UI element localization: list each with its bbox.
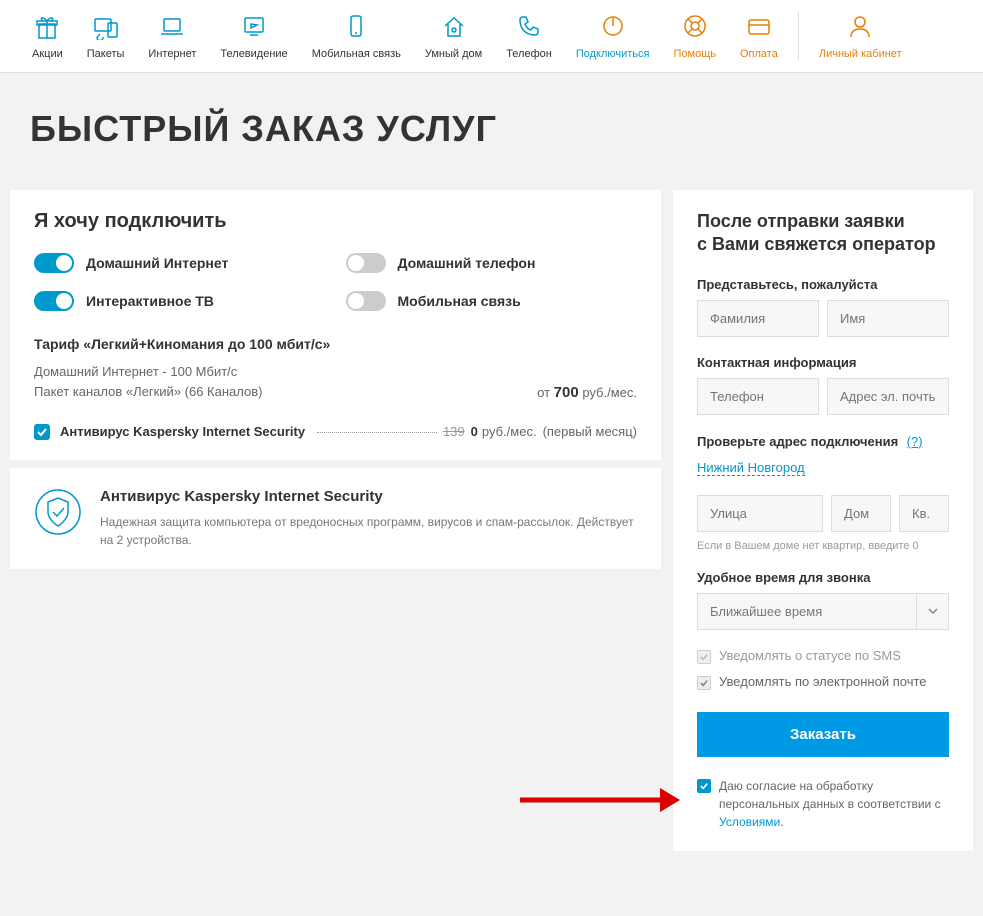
info-text: Надежная защита компьютера от вредоносны… — [100, 513, 637, 549]
nav-item-lifebuoy[interactable]: Помощь — [662, 12, 729, 60]
tv-icon — [240, 12, 268, 40]
terms-link[interactable]: Условиями — [719, 815, 780, 829]
nav-item-user[interactable]: Личный кабинет — [798, 12, 914, 60]
street-input[interactable] — [697, 495, 823, 532]
nav-label: Умный дом — [425, 48, 482, 60]
toggle-label: Интерактивное ТВ — [86, 293, 214, 309]
consent-row: Даю согласие на обработку персональных д… — [697, 777, 949, 831]
address-label: Проверьте адрес подключения — [697, 434, 898, 449]
consent-checkbox[interactable] — [697, 779, 711, 793]
addon-row: Антивирус Kaspersky Internet Security 13… — [34, 424, 637, 440]
user-icon — [846, 12, 874, 40]
nav-item-laptop[interactable]: Интернет — [136, 12, 208, 60]
tariff-line-2: Пакет каналов «Легкий» (66 Каналов) — [34, 384, 262, 399]
sms-checkbox[interactable] — [697, 650, 711, 664]
nav-label: Помощь — [674, 48, 717, 60]
nav-label: Телефон — [506, 48, 552, 60]
chevron-down-icon[interactable] — [917, 593, 949, 630]
email-notify-row[interactable]: Уведомлять по электронной почте — [697, 674, 949, 690]
order-form-panel: После отправки заявкис Вами свяжется опе… — [673, 190, 973, 851]
time-select[interactable]: Ближайшее время — [697, 593, 917, 630]
toggle-label: Домашний телефон — [398, 255, 536, 271]
firstname-input[interactable] — [827, 300, 949, 337]
addon-old-price: 139 — [443, 424, 465, 439]
toggle-label: Домашний Интернет — [86, 255, 228, 271]
tariff-line-1: Домашний Интернет - 100 Мбит/с — [34, 364, 637, 379]
nav-label: Интернет — [148, 48, 196, 60]
tariff-name: Тариф «Легкий+Киномания до 100 мбит/с» — [34, 336, 637, 352]
info-panel: Антивирус Kaspersky Internet Security На… — [10, 468, 661, 569]
addon-price: 0 — [471, 424, 478, 439]
toggle-switch[interactable] — [346, 253, 386, 273]
nav-label: Оплата — [740, 48, 778, 60]
toggle-row: Интерактивное ТВ — [34, 291, 326, 311]
phone-icon — [515, 12, 543, 40]
nav-item-phone[interactable]: Телефон — [494, 12, 564, 60]
phone-input[interactable] — [697, 378, 819, 415]
addon-checkbox[interactable] — [34, 424, 50, 440]
toggle-switch[interactable] — [34, 291, 74, 311]
toggle-row: Домашний телефон — [346, 253, 638, 273]
house-input[interactable] — [831, 495, 891, 532]
nav-item-card[interactable]: Оплата — [728, 12, 790, 60]
info-title: Антивирус Kaspersky Internet Security — [100, 488, 637, 505]
laptop-icon — [158, 12, 186, 40]
apartment-input[interactable] — [899, 495, 949, 532]
nav-label: Подключиться — [576, 48, 650, 60]
shield-icon — [34, 488, 82, 536]
email-input[interactable] — [827, 378, 949, 415]
nav-label: Личный кабинет — [819, 48, 902, 60]
gift-icon — [33, 12, 61, 40]
nav-item-power[interactable]: Подключиться — [564, 12, 662, 60]
nav-label: Пакеты — [87, 48, 125, 60]
toggle-row: Мобильная связь — [346, 291, 638, 311]
nav-item-mobile[interactable]: Мобильная связь — [300, 12, 413, 60]
nav-item-devices[interactable]: Пакеты — [75, 12, 137, 60]
lastname-input[interactable] — [697, 300, 819, 337]
sms-notify-row[interactable]: Уведомлять о статусе по SMS — [697, 648, 949, 664]
contact-label: Контактная информация — [697, 355, 949, 370]
dots-separator — [317, 432, 437, 433]
nav-item-gift[interactable]: Акции — [20, 12, 75, 60]
nav-label: Акции — [32, 48, 63, 60]
nav-label: Мобильная связь — [312, 48, 401, 60]
top-nav: Акции Пакеты Интернет Телевидение Мобильная … — [0, 0, 983, 73]
toggle-switch[interactable] — [346, 291, 386, 311]
page-title: БЫСТРЫЙ ЗАКАЗ УСЛУГ — [0, 73, 983, 190]
devices-icon — [92, 12, 120, 40]
toggle-row: Домашний Интернет — [34, 253, 326, 273]
time-label: Удобное время для звонка — [697, 570, 949, 585]
addon-name: Антивирус Kaspersky Internet Security — [60, 424, 305, 439]
connect-panel: Я хочу подключить Домашний Интернет Домаш… — [10, 190, 661, 460]
city-link[interactable]: Нижний Новгород — [697, 460, 805, 476]
toggle-switch[interactable] — [34, 253, 74, 273]
address-help-link[interactable]: (?) — [907, 434, 923, 449]
connect-title: Я хочу подключить — [34, 210, 637, 233]
order-button[interactable]: Заказать — [697, 712, 949, 757]
toggle-label: Мобильная связь — [398, 293, 521, 309]
nav-label: Телевидение — [220, 48, 287, 60]
nav-item-tv[interactable]: Телевидение — [208, 12, 299, 60]
address-hint: Если в Вашем доме нет квартир, введите 0 — [697, 540, 949, 552]
mobile-icon — [342, 12, 370, 40]
power-icon — [599, 12, 627, 40]
email-notify-checkbox[interactable] — [697, 676, 711, 690]
home-icon — [440, 12, 468, 40]
nav-item-home[interactable]: Умный дом — [413, 12, 494, 60]
form-title: После отправки заявкис Вами свяжется опе… — [697, 210, 949, 257]
intro-label: Представьтесь, пожалуйста — [697, 277, 949, 292]
lifebuoy-icon — [681, 12, 709, 40]
tariff-price: от 700 руб./мес. — [537, 384, 637, 404]
card-icon — [745, 12, 773, 40]
